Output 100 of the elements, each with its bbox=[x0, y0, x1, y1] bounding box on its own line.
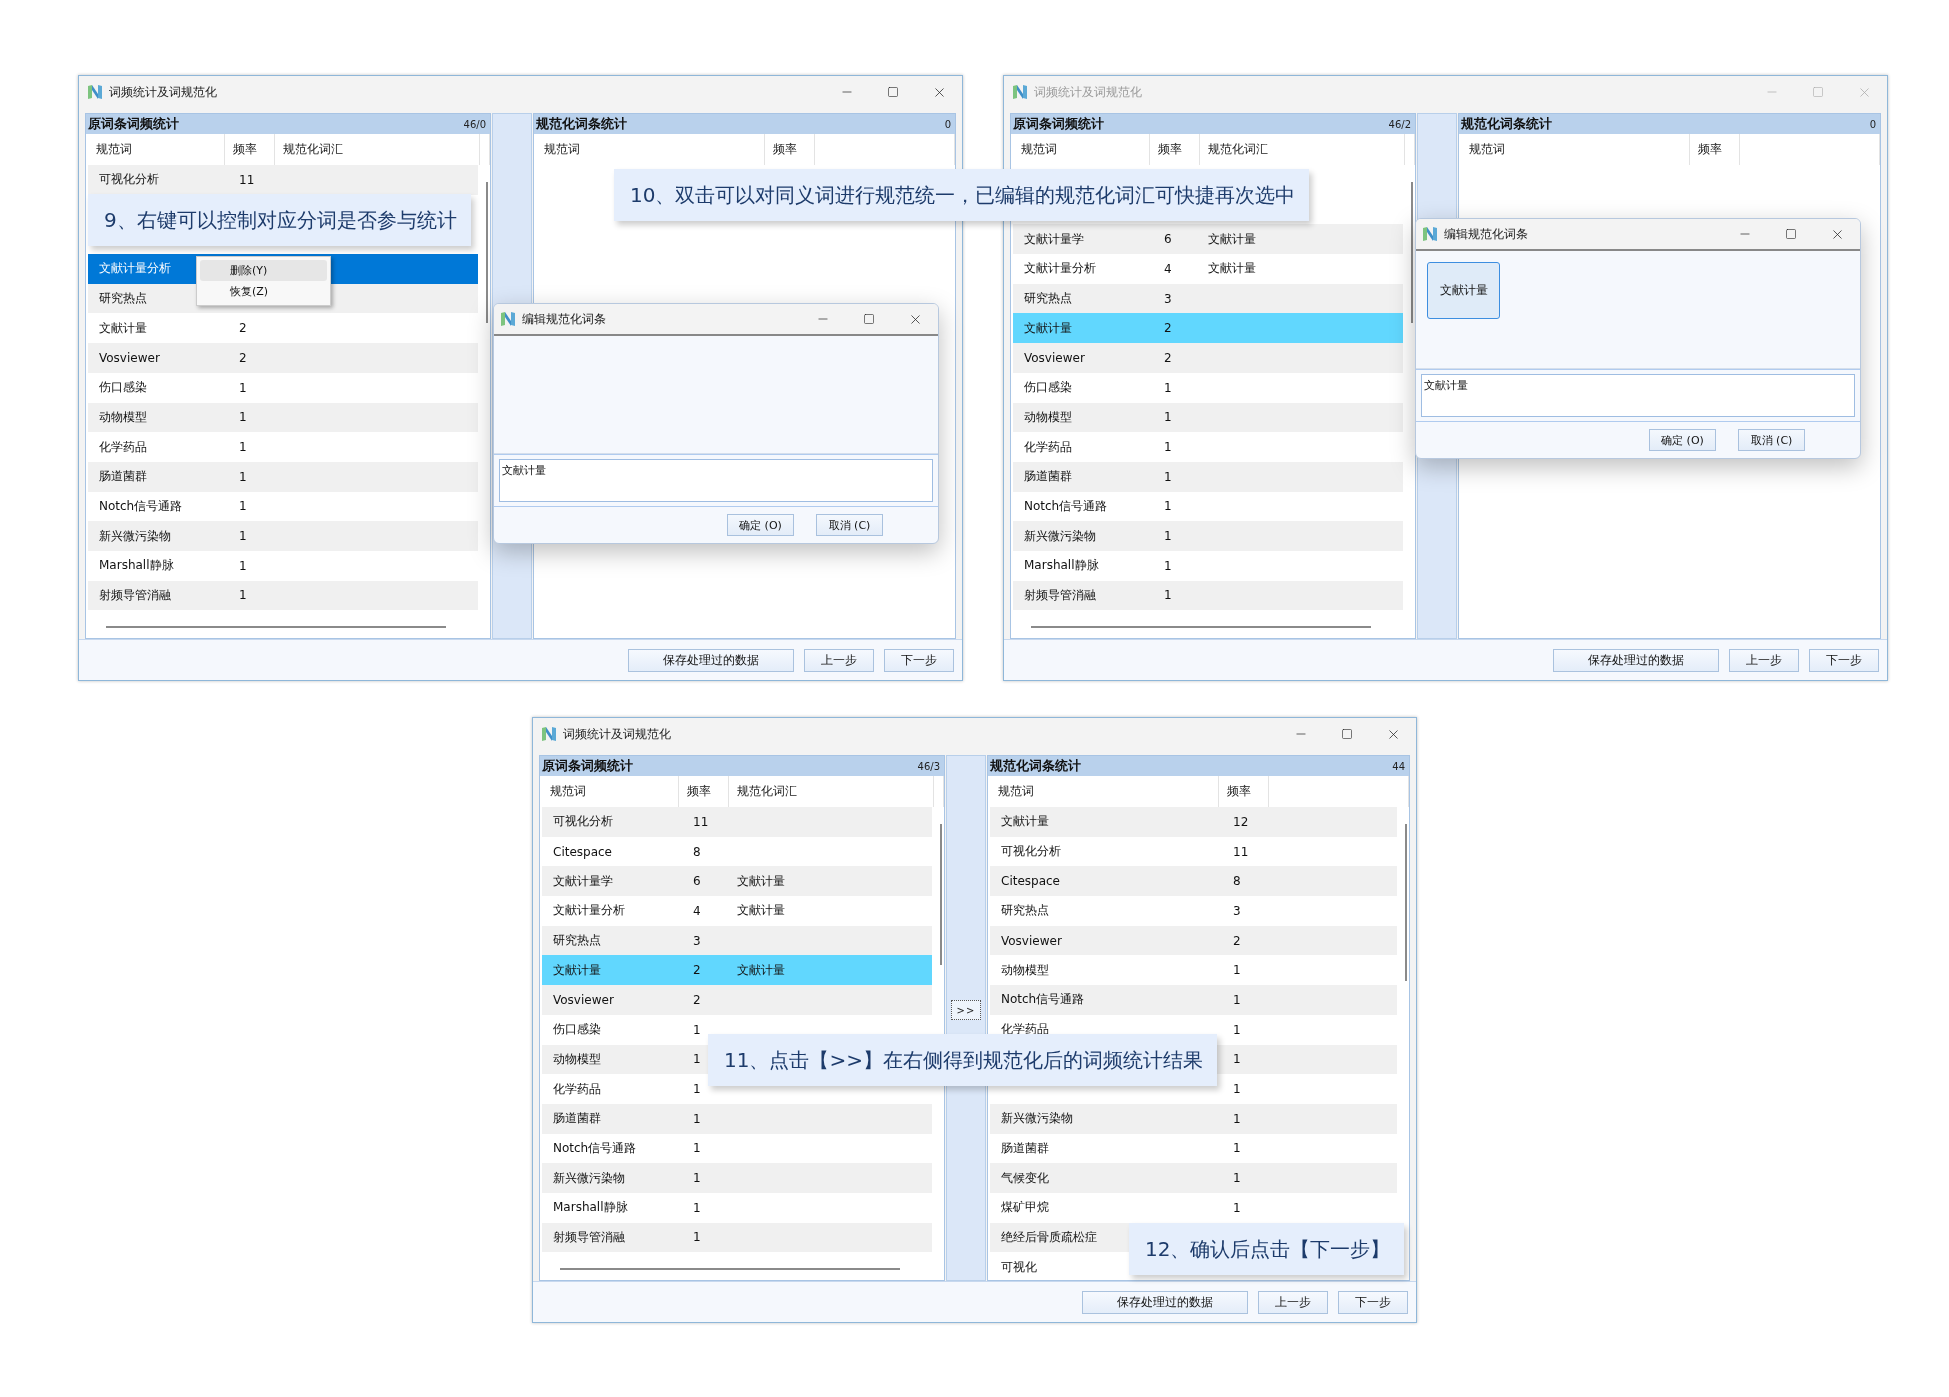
table-cell: Citespace bbox=[553, 844, 612, 859]
panel-title: 规范化词条统计 bbox=[536, 115, 627, 133]
table-cell: 射频导管消融 bbox=[99, 586, 171, 604]
panel-title: 原词条词频统计 bbox=[542, 757, 633, 775]
table-cell: 文献计量 bbox=[1001, 813, 1049, 831]
table-cell: 1 bbox=[239, 529, 247, 544]
table-cell: 文献计量 bbox=[553, 961, 601, 979]
table-cell: 可视化分析 bbox=[1001, 843, 1061, 861]
table-cell: 3 bbox=[693, 933, 701, 948]
table-cell: 化学药品 bbox=[99, 438, 147, 456]
table-cell: 8 bbox=[1233, 874, 1241, 889]
item-count: 0 bbox=[1869, 118, 1876, 130]
table-cell: 研究热点 bbox=[553, 932, 601, 950]
table-cell: 2 bbox=[1164, 350, 1172, 365]
table-cell: 1 bbox=[239, 469, 247, 484]
table-cell: 伤口感染 bbox=[99, 379, 147, 397]
table-cell: 3 bbox=[1233, 903, 1241, 918]
table-cell: Citespace bbox=[1001, 874, 1060, 889]
table-cell: 1 bbox=[693, 1052, 701, 1067]
table-cell: 文献计量 bbox=[737, 961, 785, 979]
table-cell: 1 bbox=[693, 1082, 701, 1097]
table-cell: 6 bbox=[1164, 232, 1172, 247]
table-cell: 煤矿甲烷 bbox=[1001, 1199, 1049, 1217]
table-cell: 文献计量 bbox=[99, 319, 147, 337]
table-cell: 新兴微污染物 bbox=[1024, 527, 1096, 545]
table-cell: 1 bbox=[1164, 469, 1172, 484]
table-cell: 化学药品 bbox=[553, 1080, 601, 1098]
table-cell: 动物模型 bbox=[553, 1050, 601, 1068]
table-cell: 2 bbox=[1164, 321, 1172, 336]
table-cell: 4 bbox=[693, 903, 701, 918]
table-cell: Notch信号通路 bbox=[553, 1139, 637, 1157]
table-cell: Vosviewer bbox=[1001, 933, 1062, 948]
table-cell: 新兴微污染物 bbox=[553, 1169, 625, 1187]
table-cell: 1 bbox=[1164, 380, 1172, 395]
table-cell: 可视化 bbox=[1001, 1258, 1037, 1276]
table-cell: 1 bbox=[693, 1230, 701, 1245]
table-cell: 1 bbox=[239, 410, 247, 425]
table-cell: Vosviewer bbox=[553, 992, 614, 1007]
item-count: 0 bbox=[944, 118, 951, 130]
table-cell: 3 bbox=[1164, 291, 1172, 306]
table-cell: 伤口感染 bbox=[553, 1021, 601, 1039]
table-cell: 肠道菌群 bbox=[1024, 468, 1072, 486]
table-cell: 1 bbox=[1233, 1141, 1241, 1156]
table-cell: 1 bbox=[239, 558, 247, 573]
table-cell: 1 bbox=[1233, 1022, 1241, 1037]
table-cell: 1 bbox=[239, 440, 247, 455]
table-cell: 伤口感染 bbox=[1024, 379, 1072, 397]
table-cell: 肠道菌群 bbox=[553, 1110, 601, 1128]
table-cell: 1 bbox=[1233, 1082, 1241, 1097]
table-cell: 1 bbox=[1233, 1171, 1241, 1186]
window-title: 词频统计及词规范化 bbox=[1034, 83, 1142, 101]
table-cell: 文献计量分析 bbox=[553, 902, 625, 920]
table-cell: 动物模型 bbox=[1001, 961, 1049, 979]
table-cell: 8 bbox=[693, 844, 701, 859]
table-cell: 文献计量 bbox=[737, 902, 785, 920]
table-cell: 可视化分析 bbox=[553, 813, 613, 831]
table-cell: 1 bbox=[693, 1022, 701, 1037]
table-cell: 1 bbox=[1233, 992, 1241, 1007]
dialog-title: 编辑规范化词条 bbox=[522, 310, 606, 328]
table-cell: 1 bbox=[1233, 1200, 1241, 1215]
table-cell: 12 bbox=[1233, 814, 1249, 829]
table-cell: 2 bbox=[239, 321, 247, 336]
table-cell: 研究热点 bbox=[99, 290, 147, 308]
table-cell: 1 bbox=[1164, 588, 1172, 603]
table-cell: 文献计量学 bbox=[553, 872, 613, 890]
panel-title: 规范化词条统计 bbox=[990, 757, 1081, 775]
table-cell: 2 bbox=[693, 963, 701, 978]
table-cell: Vosviewer bbox=[1024, 350, 1085, 365]
table-cell: 文献计量分析 bbox=[99, 260, 171, 278]
table-cell: 气候变化 bbox=[1001, 1169, 1049, 1187]
table-cell: 1 bbox=[1164, 440, 1172, 455]
table-cell: 1 bbox=[693, 1200, 701, 1215]
table-cell: 1 bbox=[1164, 529, 1172, 544]
item-count: 44 bbox=[1392, 760, 1405, 772]
table-cell: 1 bbox=[1164, 410, 1172, 425]
table-cell: Notch信号通路 bbox=[99, 497, 183, 515]
table-cell: 1 bbox=[239, 588, 247, 603]
table-cell: 11 bbox=[693, 814, 709, 829]
window-title: 词频统计及词规范化 bbox=[109, 83, 217, 101]
table-cell: 2 bbox=[1233, 933, 1241, 948]
table-cell: 1 bbox=[1164, 499, 1172, 514]
table-cell: 2 bbox=[693, 992, 701, 1007]
table-cell: 新兴微污染物 bbox=[1001, 1110, 1073, 1128]
table-cell: 文献计量分析 bbox=[1024, 260, 1096, 278]
table-cell: 1 bbox=[1233, 963, 1241, 978]
table-cell: 1 bbox=[239, 499, 247, 514]
table-cell: 11 bbox=[239, 172, 255, 187]
step-tooltip: 9、右键可以控制对应分词是否参与统计 bbox=[88, 194, 471, 246]
table-cell: 4 bbox=[1164, 261, 1172, 276]
table-cell: 化学药品 bbox=[1024, 438, 1072, 456]
table-cell: 文献计量 bbox=[737, 872, 785, 890]
table-cell: 新兴微污染物 bbox=[99, 527, 171, 545]
table-cell: Notch信号通路 bbox=[1024, 497, 1108, 515]
table-cell: 肠道菌群 bbox=[99, 468, 147, 486]
table-cell: 文献计量 bbox=[1208, 230, 1256, 248]
table-cell: 6 bbox=[693, 874, 701, 889]
table-cell: 研究热点 bbox=[1024, 290, 1072, 308]
table-cell: 肠道菌群 bbox=[1001, 1139, 1049, 1157]
table-cell: 1 bbox=[1233, 1052, 1241, 1067]
table-cell: 1 bbox=[1233, 1111, 1241, 1126]
